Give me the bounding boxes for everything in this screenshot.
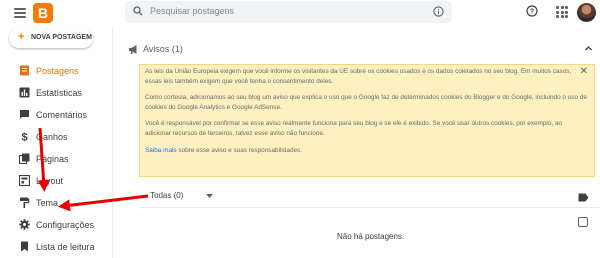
layout-icon bbox=[19, 175, 30, 186]
sidebar-item-paginas[interactable]: Páginas bbox=[0, 148, 112, 170]
chevron-up-icon[interactable] bbox=[584, 44, 593, 53]
notices-title[interactable]: Avisos (1) bbox=[143, 44, 183, 54]
sidebar-item-label: Ganhos bbox=[36, 132, 68, 142]
sidebar-item-label: Tema bbox=[36, 198, 59, 208]
select-all-checkbox[interactable] bbox=[578, 217, 588, 227]
notice-paragraph: Como cortesia, adicionamos ao seu blog u… bbox=[145, 94, 587, 111]
empty-posts-message: Não há postagens. bbox=[337, 232, 405, 241]
learn-more-link[interactable]: Saiba mais bbox=[145, 147, 177, 154]
sidebar-item-label: Lista de leitura bbox=[36, 242, 95, 252]
stats-icon bbox=[19, 87, 30, 98]
sidebar-item-estatisticas[interactable]: Estatísticas bbox=[0, 82, 112, 104]
svg-text:?: ? bbox=[530, 9, 534, 16]
bookmark-icon bbox=[21, 241, 28, 252]
help-icon[interactable]: ? bbox=[526, 5, 538, 17]
sidebar-nav: Postagens Estatísticas Comentários $ Gan… bbox=[0, 60, 112, 258]
close-icon[interactable]: ✕ bbox=[580, 67, 588, 77]
search-icon bbox=[133, 6, 143, 16]
plus-icon: + bbox=[18, 31, 25, 43]
sidebar-item-label: Comentários bbox=[36, 110, 88, 120]
sidebar-item-label: Layout bbox=[36, 176, 64, 186]
sidebar-item-label: Configurações bbox=[36, 220, 95, 230]
sidebar-divider bbox=[112, 26, 113, 258]
sidebar-item-label: Estatísticas bbox=[36, 88, 83, 98]
avatar[interactable] bbox=[577, 3, 596, 22]
megaphone-icon bbox=[129, 45, 137, 54]
sidebar-item-comentarios[interactable]: Comentários bbox=[0, 104, 112, 126]
notice-paragraph: As leis da União Europeia exigem que voc… bbox=[145, 68, 572, 85]
sidebar-item-tema[interactable]: Tema bbox=[0, 192, 112, 214]
cookie-notice: ✕ As leis da União Europeia exigem que v… bbox=[139, 64, 595, 177]
sidebar-item-layout[interactable]: Layout bbox=[0, 170, 112, 192]
paint-roller-icon bbox=[20, 197, 30, 208]
new-post-label: NOVA POSTAGEM bbox=[31, 34, 92, 41]
sidebar-item-label: Postagens bbox=[36, 66, 79, 76]
notice-learn-more: Saiba mais sobre esse aviso e suas respo… bbox=[145, 146, 589, 156]
hamburger-menu-icon[interactable] bbox=[14, 8, 26, 18]
blogger-logo[interactable]: B bbox=[33, 3, 53, 23]
notice-paragraph: Você é responsável por confirmar se esse… bbox=[145, 120, 563, 137]
pages-icon bbox=[19, 153, 30, 164]
gear-icon bbox=[19, 219, 30, 230]
posts-icon bbox=[20, 65, 29, 76]
search-bar[interactable]: Pesquisar postagens bbox=[125, 1, 452, 23]
info-icon[interactable] bbox=[433, 6, 444, 17]
posts-filter-dropdown[interactable]: Todas (0) bbox=[150, 191, 183, 200]
sidebar-item-ganhos[interactable]: $ Ganhos bbox=[0, 126, 112, 148]
list-divider bbox=[139, 207, 599, 208]
learn-more-suffix: sobre esse aviso e suas responsabilidade… bbox=[176, 146, 303, 154]
new-post-button[interactable]: + NOVA POSTAGEM bbox=[9, 28, 93, 48]
sidebar-item-postagens[interactable]: Postagens bbox=[0, 60, 112, 82]
apps-grid-icon[interactable] bbox=[556, 6, 568, 18]
search-input[interactable]: Pesquisar postagens bbox=[150, 6, 234, 16]
sidebar-item-configuracoes[interactable]: Configurações bbox=[0, 214, 112, 236]
sidebar-item-lista-de-leitura[interactable]: Lista de leitura bbox=[0, 236, 112, 258]
caret-down-icon[interactable] bbox=[206, 194, 213, 199]
sidebar-item-label: Páginas bbox=[36, 154, 69, 164]
svg-text:$: $ bbox=[21, 132, 27, 143]
label-icon[interactable] bbox=[578, 193, 589, 202]
comments-icon bbox=[20, 110, 29, 119]
dollar-icon: $ bbox=[21, 132, 27, 143]
top-bar: B Pesquisar postagens ? bbox=[0, 0, 600, 26]
